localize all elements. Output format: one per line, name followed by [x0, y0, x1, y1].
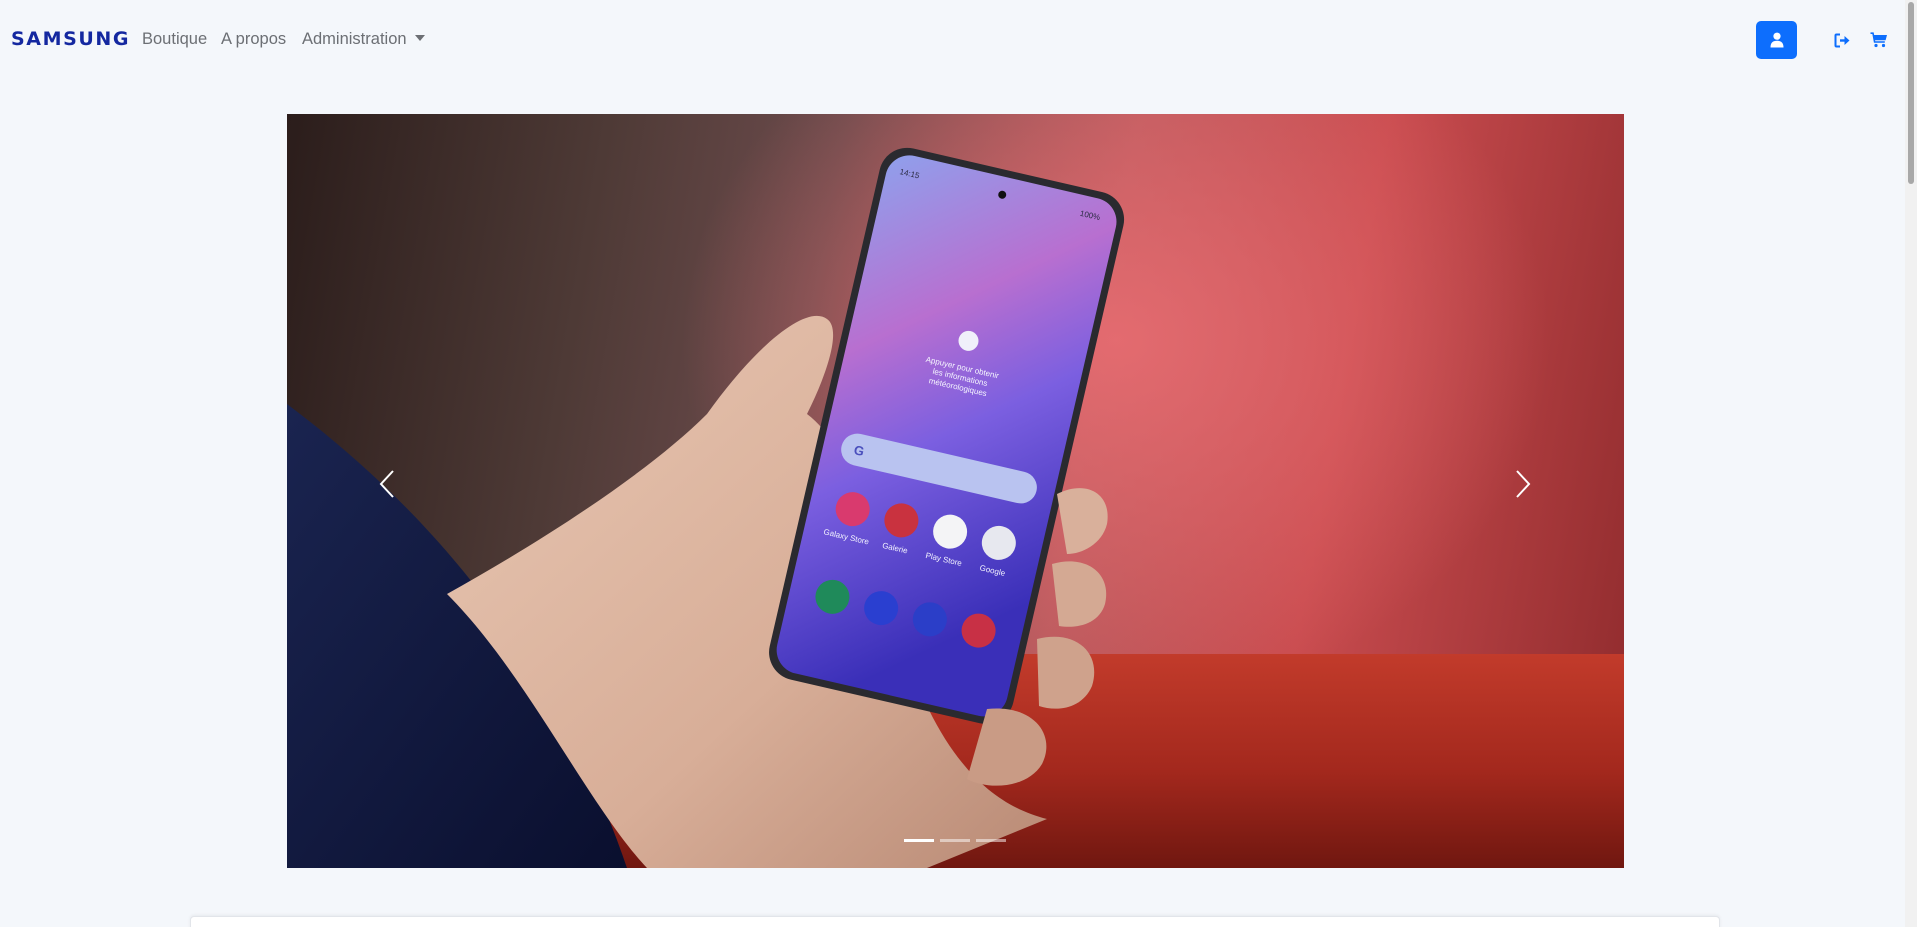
- chevron-left-icon: [379, 470, 394, 498]
- brand-logo[interactable]: SAMSUNG: [11, 28, 130, 50]
- chevron-right-icon: [1516, 470, 1531, 498]
- carousel-slide-image: 14:15 100% Appuyer pour obtenir les info…: [287, 147, 1125, 868]
- carousel-indicator-3[interactable]: [976, 839, 1006, 842]
- hero-carousel: 14:15 100% Appuyer pour obtenir les info…: [287, 114, 1624, 868]
- scrollbar-thumb[interactable]: [1908, 2, 1914, 184]
- navbar: SAMSUNG Boutique A propos Administration: [0, 0, 1905, 82]
- page-scrollbar[interactable]: [1905, 0, 1917, 927]
- logout-button[interactable]: [1832, 30, 1852, 50]
- nav-link-apropos[interactable]: A propos: [221, 30, 286, 49]
- user-account-button[interactable]: [1756, 21, 1797, 59]
- nav-dropdown-administration[interactable]: Administration: [302, 30, 425, 49]
- content-card: [190, 916, 1720, 927]
- carousel-indicators: [904, 839, 1006, 842]
- carousel-indicator-2[interactable]: [940, 839, 970, 842]
- logout-icon: [1834, 33, 1849, 47]
- carousel-indicator-1[interactable]: [904, 839, 934, 842]
- finger-1: [1057, 488, 1108, 554]
- carousel-next-button[interactable]: [1503, 454, 1543, 514]
- finger-3: [1037, 636, 1095, 709]
- finger-2: [1052, 561, 1107, 627]
- nav-link-boutique[interactable]: Boutique: [142, 30, 207, 49]
- cart-icon: [1870, 32, 1887, 48]
- cart-button[interactable]: [1869, 30, 1889, 50]
- user-icon: [1770, 32, 1783, 48]
- chevron-down-icon: [414, 35, 425, 41]
- carousel-prev-button[interactable]: [367, 454, 407, 514]
- nav-dropdown-administration-label: Administration: [302, 30, 407, 48]
